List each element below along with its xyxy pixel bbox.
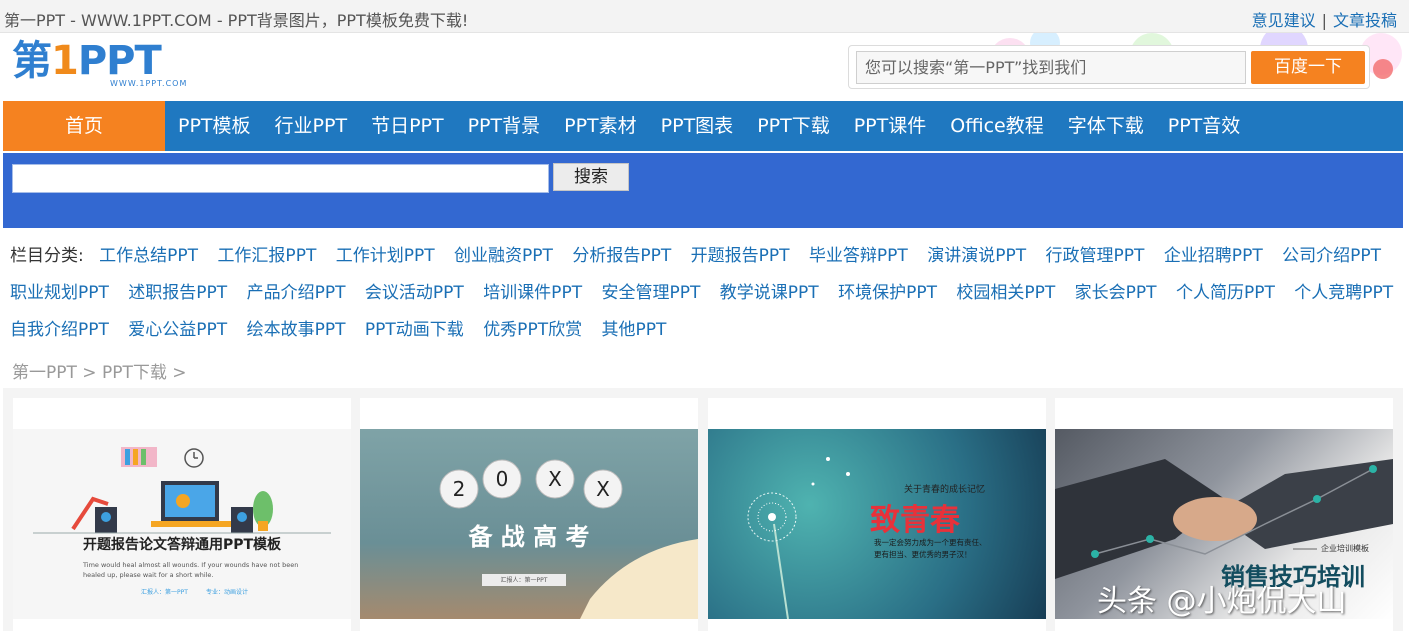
- category-link[interactable]: 职业规划PPT: [10, 283, 109, 303]
- top-links-separator: |: [1321, 11, 1327, 30]
- category-link[interactable]: 行政管理PPT: [1046, 246, 1145, 266]
- template-card[interactable]: 关于青春的成长记忆 致青春 我一定会努力成为一个更有责任、 更有担当、更优秀的男…: [708, 398, 1046, 631]
- nav-item-holiday-ppt[interactable]: 节日PPT: [371, 101, 444, 151]
- category-row: 栏目分类: 工作总结PPT 工作汇报PPT 工作计划PPT 创业融资PPT 分析…: [10, 238, 1405, 275]
- top-links: 意见建议 | 文章投稿: [1252, 7, 1397, 31]
- card-major: 专业：动画设计: [206, 589, 249, 596]
- nav-item-ppt-materials[interactable]: PPT素材: [564, 101, 637, 151]
- nav-items: PPT模板 行业PPT 节日PPT PPT背景 PPT素材 PPT图表 PPT下…: [178, 101, 1264, 151]
- nav-item-ppt-charts[interactable]: PPT图表: [661, 101, 734, 151]
- feedback-link[interactable]: 意见建议: [1252, 11, 1316, 30]
- category-row: 自我介绍PPT 爱心公益PPT 绘本故事PPT PPT动画下载 优秀PPT欣赏 …: [10, 312, 1405, 349]
- category-link[interactable]: 毕业答辩PPT: [809, 246, 908, 266]
- card-reporter: 汇报人：第一PPT: [500, 577, 548, 584]
- card-body: 更有担当、更优秀的男子汉！: [874, 550, 972, 559]
- category-label: 栏目分类:: [10, 246, 84, 266]
- nav-item-ppt-download[interactable]: PPT下载: [757, 101, 830, 151]
- template-thumbnail[interactable]: 开题报告论文答辩通用PPT模板 Time would heal almost a…: [13, 429, 351, 619]
- category-link[interactable]: 家长会PPT: [1075, 283, 1157, 303]
- nav-item-ppt-templates[interactable]: PPT模板: [178, 101, 251, 151]
- category-link[interactable]: 产品介绍PPT: [247, 283, 346, 303]
- template-card[interactable]: 2 0 X X 备 战 高 考 汇报人：第一PPT: [360, 398, 698, 631]
- category-link[interactable]: PPT动画下载: [365, 320, 464, 340]
- category-link[interactable]: 个人竞聘PPT: [1294, 283, 1393, 303]
- category-row: 职业规划PPT 述职报告PPT 产品介绍PPT 会议活动PPT 培训课件PPT …: [10, 275, 1405, 312]
- nav-item-industry-ppt[interactable]: 行业PPT: [275, 101, 348, 151]
- header-search-input[interactable]: 您可以搜索“第一PPT”找到我们: [856, 51, 1246, 84]
- category-link[interactable]: 会议活动PPT: [365, 283, 464, 303]
- category-link[interactable]: 环境保护PPT: [838, 283, 937, 303]
- nav-item-font-download[interactable]: 字体下载: [1068, 101, 1144, 151]
- category-link[interactable]: 培训课件PPT: [483, 283, 582, 303]
- card-title: 开题报告论文答辩通用PPT模板: [82, 537, 282, 553]
- category-link[interactable]: 安全管理PPT: [601, 283, 700, 303]
- card-title: 致青春: [870, 503, 960, 538]
- ball-label: X: [548, 467, 562, 491]
- card-subtitle: healed up, please wait for a short while…: [83, 571, 214, 579]
- card-reporter: 汇报人：第一PPT: [141, 589, 188, 596]
- ball-label: 2: [452, 477, 466, 501]
- nav-item-ppt-courseware[interactable]: PPT课件: [854, 101, 927, 151]
- category-list: 栏目分类: 工作总结PPT 工作汇报PPT 工作计划PPT 创业融资PPT 分析…: [10, 238, 1405, 349]
- ball-label: 0: [495, 467, 509, 491]
- logo-text-one: 1: [51, 38, 79, 84]
- category-link[interactable]: 工作计划PPT: [336, 246, 435, 266]
- site-search-input[interactable]: [12, 164, 549, 193]
- logo-domain: WWW.1PPT.COM: [110, 79, 188, 88]
- template-thumbnail[interactable]: 2 0 X X 备 战 高 考 汇报人：第一PPT: [360, 429, 698, 619]
- card-title: 备 战 高 考: [468, 523, 590, 551]
- baidu-search-button[interactable]: 百度一下: [1251, 51, 1365, 84]
- category-link[interactable]: 自我介绍PPT: [10, 320, 109, 340]
- category-link[interactable]: 演讲演说PPT: [927, 246, 1026, 266]
- site-logo[interactable]: 第1PPT WWW.1PPT.COM: [12, 38, 222, 89]
- category-link[interactable]: 述职报告PPT: [128, 283, 227, 303]
- card-kicker: 企业培训模板: [1321, 544, 1369, 553]
- header-search: 您可以搜索“第一PPT”找到我们 百度一下: [848, 45, 1370, 89]
- nav-item-ppt-sound-effects[interactable]: PPT音效: [1168, 101, 1241, 151]
- logo-text-di: 第: [12, 38, 52, 84]
- nav-item-office-tutorials[interactable]: Office教程: [950, 101, 1043, 151]
- category-link[interactable]: 工作汇报PPT: [217, 246, 316, 266]
- card-kicker: 关于青春的成长记忆: [904, 485, 986, 495]
- card-body: 我一定会努力成为一个更有责任、: [874, 538, 987, 547]
- card-subtitle: Time would heal almost all wounds. If yo…: [83, 561, 299, 569]
- template-card[interactable]: 开题报告论文答辩通用PPT模板 Time would heal almost a…: [13, 398, 351, 631]
- category-link[interactable]: 优秀PPT欣赏: [483, 320, 582, 340]
- category-link[interactable]: 分析报告PPT: [572, 246, 671, 266]
- ball-label: X: [596, 477, 610, 501]
- site-search-band: 搜索: [3, 153, 1403, 228]
- template-thumbnail[interactable]: 关于青春的成长记忆 致青春 我一定会努力成为一个更有责任、 更有担当、更优秀的男…: [708, 429, 1046, 619]
- logo-text-ppt: PPT: [77, 38, 162, 84]
- category-link[interactable]: 绘本故事PPT: [247, 320, 346, 340]
- category-link[interactable]: 其他PPT: [601, 320, 666, 340]
- site-title: 第一PPT - WWW.1PPT.COM - PPT背景图片，PPT模板免费下载…: [4, 11, 469, 30]
- breadcrumb[interactable]: 第一PPT > PPT下载 >: [12, 358, 186, 383]
- category-link[interactable]: 创业融资PPT: [454, 246, 553, 266]
- nav-item-ppt-backgrounds[interactable]: PPT背景: [468, 101, 541, 151]
- submit-article-link[interactable]: 文章投稿: [1333, 11, 1397, 30]
- category-link[interactable]: 爱心公益PPT: [128, 320, 227, 340]
- main-nav: 首页 PPT模板 行业PPT 节日PPT PPT背景 PPT素材 PPT图表 P…: [3, 101, 1403, 151]
- top-bar: 第一PPT - WWW.1PPT.COM - PPT背景图片，PPT模板免费下载…: [0, 0, 1409, 33]
- decoration-dot: [1373, 59, 1393, 79]
- category-link[interactable]: 企业招聘PPT: [1164, 246, 1263, 266]
- category-link[interactable]: 个人简历PPT: [1176, 283, 1275, 303]
- category-link[interactable]: 校园相关PPT: [956, 283, 1055, 303]
- category-link[interactable]: 公司介绍PPT: [1282, 246, 1381, 266]
- category-link[interactable]: 工作总结PPT: [99, 246, 198, 266]
- category-link[interactable]: 开题报告PPT: [691, 246, 790, 266]
- site-search-button[interactable]: 搜索: [553, 163, 629, 191]
- watermark: 头条 @小炮侃大山: [1097, 584, 1347, 619]
- category-link[interactable]: 教学说课PPT: [720, 283, 819, 303]
- nav-home[interactable]: 首页: [3, 101, 165, 151]
